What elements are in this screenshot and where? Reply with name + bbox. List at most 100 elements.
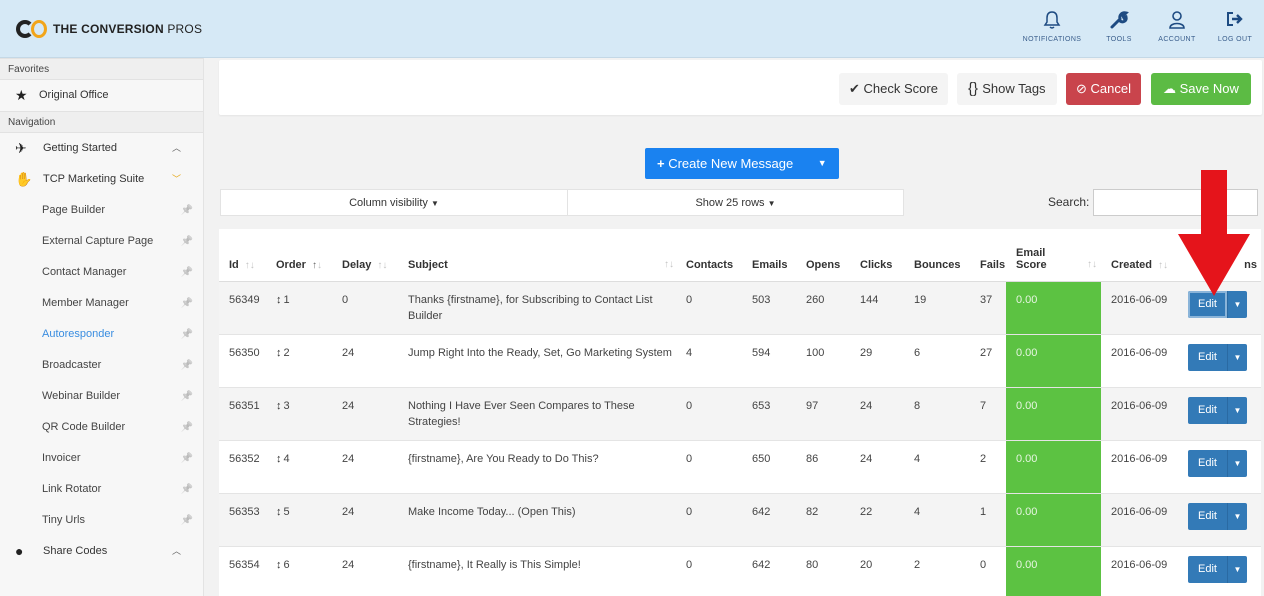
pin-icon[interactable]: 📌 — [181, 257, 193, 288]
cell-created: 2016-06-09 — [1101, 334, 1178, 388]
sidebar-item-share-codes[interactable]: ● Share Codes ︿ — [0, 536, 203, 567]
account-button[interactable]: ACCOUNT — [1148, 10, 1206, 43]
cell-order: ↕ 2 — [266, 334, 332, 388]
create-new-message-button[interactable]: + Create New Message ▼ — [645, 148, 840, 179]
cell-score: 0.00 — [1006, 334, 1101, 388]
col-created[interactable]: Created ↑↓ — [1101, 229, 1178, 282]
sidebar-item-label: Tiny Urls — [42, 514, 85, 526]
cell-bounces: 2 — [904, 546, 970, 596]
caret-down-icon[interactable]: ▼ — [805, 148, 839, 179]
sidebar-item-label: Autoresponder — [42, 328, 115, 340]
drag-handle-icon[interactable]: ↕ — [276, 453, 282, 465]
sidebar-item-link-rotator[interactable]: Link Rotator 📌 — [0, 474, 203, 505]
edit-button[interactable]: Edit — [1188, 502, 1227, 530]
edit-dropdown-caret-icon[interactable]: ▼ — [1226, 449, 1247, 477]
sidebar-item-page-builder[interactable]: Page Builder 📌 — [0, 195, 203, 226]
sidebar-item-label: Link Rotator — [42, 483, 102, 495]
check-score-button[interactable]: ✔ Check Score — [839, 73, 948, 105]
sidebar-item-getting-started[interactable]: ✈ Getting Started ︿ — [0, 133, 203, 164]
pin-icon[interactable]: 📌 — [181, 474, 193, 505]
sidebar-item-webinar-builder[interactable]: Webinar Builder 📌 — [0, 381, 203, 412]
sidebar-item-qr-code-builder[interactable]: QR Code Builder 📌 — [0, 412, 203, 443]
pin-icon[interactable]: 📌 — [181, 319, 193, 350]
edit-dropdown-caret-icon[interactable]: ▼ — [1226, 396, 1247, 424]
cell-delay: 24 — [332, 546, 398, 596]
save-now-button[interactable]: ☁ Save Now — [1151, 73, 1251, 105]
sidebar-item-invoicer[interactable]: Invoicer 📌 — [0, 443, 203, 474]
table-row: 56350 ↕ 2 24 Jump Right Into the Ready, Set,… — [219, 334, 1261, 388]
edit-button[interactable]: Edit — [1188, 396, 1227, 424]
notifications-button[interactable]: NOTIFICATIONS — [1014, 10, 1090, 43]
cell-contacts: 0 — [676, 281, 742, 335]
cell-created: 2016-06-09 — [1101, 440, 1178, 494]
table-row: 56351 ↕ 3 24 Nothing I Have Ever Seen Compar… — [219, 387, 1261, 441]
pin-icon[interactable]: 📌 — [181, 288, 193, 319]
pin-icon[interactable]: 📌 — [181, 226, 193, 257]
cancel-label: Cancel — [1090, 81, 1131, 96]
star-icon: ★ — [15, 87, 28, 103]
cell-score: 0.00 — [1006, 281, 1101, 335]
pin-icon[interactable]: 📌 — [181, 443, 193, 474]
edit-button[interactable]: Edit — [1188, 555, 1227, 583]
sidebar-item-tcp-marketing-suite[interactable]: ✋ TCP Marketing Suite ﹀ — [0, 164, 203, 195]
edit-dropdown-caret-icon[interactable]: ▼ — [1226, 502, 1247, 530]
cell-subject: Thanks {firstname}, for Subscribing to C… — [398, 281, 676, 335]
edit-button[interactable]: Edit — [1188, 343, 1227, 371]
cell-bounces: 8 — [904, 387, 970, 441]
pin-icon[interactable]: 📌 — [181, 505, 193, 536]
col-emails: Emails — [742, 229, 796, 282]
edit-dropdown-caret-icon[interactable]: ▼ — [1226, 555, 1247, 583]
drag-handle-icon[interactable]: ↕ — [276, 559, 282, 571]
brand-logo[interactable]: THE CONVERSION PROS — [16, 20, 202, 38]
logout-button[interactable]: LOG OUT — [1206, 10, 1264, 43]
drag-handle-icon[interactable]: ↕ — [276, 400, 282, 412]
cell-fails: 2 — [970, 440, 1006, 494]
cell-actions: Edit ▼ — [1178, 493, 1261, 547]
cell-id: 56350 — [219, 334, 266, 388]
cloud-icon: ☁ — [1163, 81, 1180, 96]
cell-id: 56354 — [219, 546, 266, 596]
tools-button[interactable]: TOOLS — [1090, 10, 1148, 43]
sidebar-item-tiny-urls[interactable]: Tiny Urls 📌 — [0, 505, 203, 536]
pin-icon[interactable]: 📌 — [181, 381, 193, 412]
cell-delay: 0 — [332, 281, 398, 335]
sidebar-item-autoresponder[interactable]: Autoresponder 📌 — [0, 319, 203, 350]
pin-icon[interactable]: 📌 — [181, 412, 193, 443]
edit-button-group: Edit ▼ — [1188, 555, 1247, 583]
cell-fails: 0 — [970, 546, 1006, 596]
col-delay[interactable]: Delay ↑↓ — [332, 229, 398, 282]
caret-down-icon: ▼ — [767, 199, 776, 208]
cell-contacts: 0 — [676, 546, 742, 596]
cell-score: 0.00 — [1006, 493, 1101, 547]
column-visibility-button[interactable]: Column visibility ▼ — [220, 189, 568, 216]
edit-button[interactable]: Edit — [1188, 449, 1227, 477]
show-tags-button[interactable]: {} Show Tags — [957, 73, 1057, 105]
col-subject[interactable]: Subject ↑↓ — [398, 229, 676, 282]
cell-contacts: 4 — [676, 334, 742, 388]
show-tags-label: Show Tags — [982, 81, 1046, 96]
col-email-score[interactable]: Email Score ↑↓ — [1006, 229, 1101, 282]
sidebar-item-broadcaster[interactable]: Broadcaster 📌 — [0, 350, 203, 381]
sidebar-item-member-manager[interactable]: Member Manager 📌 — [0, 288, 203, 319]
cell-contacts: 0 — [676, 440, 742, 494]
sidebar-item-label: Getting Started — [43, 142, 117, 154]
drag-handle-icon[interactable]: ↕ — [276, 347, 282, 359]
cancel-button[interactable]: ⊘ Cancel — [1066, 73, 1141, 105]
sidebar-item-contact-manager[interactable]: Contact Manager 📌 — [0, 257, 203, 288]
drag-handle-icon[interactable]: ↕ — [276, 294, 282, 306]
col-id[interactable]: Id ↑↓ — [219, 229, 266, 282]
cell-bounces: 19 — [904, 281, 970, 335]
cell-emails: 503 — [742, 281, 796, 335]
show-rows-button[interactable]: Show 25 rows ▼ — [567, 189, 904, 216]
cell-bounces: 6 — [904, 334, 970, 388]
edit-dropdown-caret-icon[interactable]: ▼ — [1226, 343, 1247, 371]
cell-contacts: 0 — [676, 387, 742, 441]
sidebar-item-original-office[interactable]: ★ Original Office — [0, 80, 203, 111]
sidebar-item-label: Contact Manager — [42, 266, 127, 278]
sidebar-item-external-capture-page[interactable]: External Capture Page 📌 — [0, 226, 203, 257]
drag-handle-icon[interactable]: ↕ — [276, 506, 282, 518]
pin-icon[interactable]: 📌 — [181, 195, 193, 226]
col-order[interactable]: Order ↑↓ — [266, 229, 332, 282]
pin-icon[interactable]: 📌 — [181, 350, 193, 381]
col-clicks: Clicks — [850, 229, 904, 282]
